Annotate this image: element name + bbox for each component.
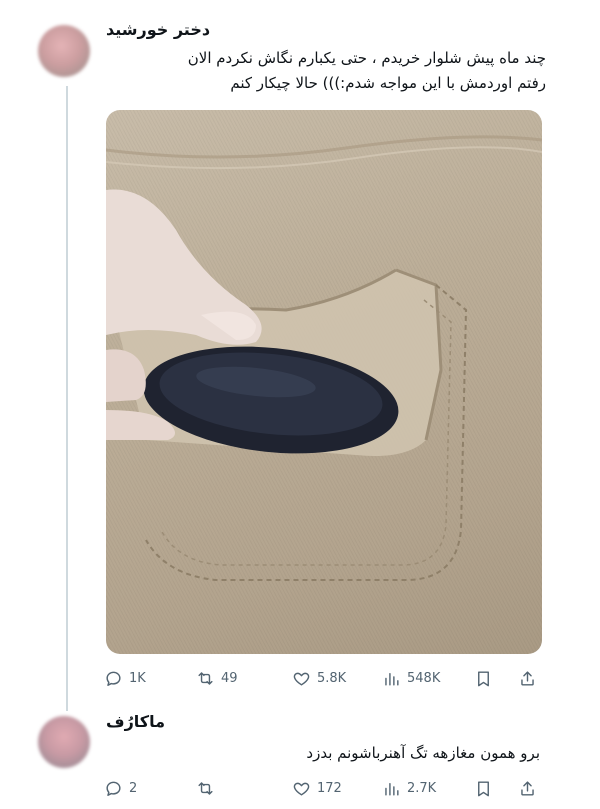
views-count: 2.7K xyxy=(407,780,437,796)
reply-icon xyxy=(106,781,121,796)
share-button[interactable] xyxy=(518,669,537,688)
reply-button[interactable]: 2 xyxy=(104,779,137,798)
views-button[interactable]: 2.7K xyxy=(382,779,436,798)
bookmark-button[interactable] xyxy=(474,779,493,798)
like-button[interactable]: 172 xyxy=(292,779,342,798)
avatar[interactable] xyxy=(38,716,90,768)
like-button[interactable]: 5.8K xyxy=(292,669,346,688)
like-count: 172 xyxy=(317,780,342,796)
post-actions: 1K 49 5.8K 548K xyxy=(104,666,544,690)
thread-line xyxy=(66,86,68,711)
pocket-photo-illustration xyxy=(106,135,542,581)
repost-button[interactable]: 49 xyxy=(196,669,238,688)
post-text-line: رفتم اوردمش با این مواجه شدم:))) حالا چی… xyxy=(230,74,546,92)
like-icon xyxy=(293,782,310,796)
repost-icon xyxy=(198,781,213,795)
post-image[interactable] xyxy=(106,110,542,654)
post-text-line: چند ماه پیش شلوار خریدم ، حتی یکبارم نگا… xyxy=(187,49,546,67)
bookmark-icon xyxy=(478,780,489,796)
like-count: 5.8K xyxy=(317,670,347,686)
reply-button[interactable]: 1K xyxy=(104,669,146,688)
post-text: چند ماه پیش شلوار خریدم ، حتی یکبارم نگا… xyxy=(106,46,546,96)
views-button[interactable]: 548K xyxy=(382,669,440,688)
views-count: 548K xyxy=(407,670,441,686)
repost-count: 49 xyxy=(221,670,238,686)
author-name[interactable]: ماکارُف xyxy=(106,712,165,731)
share-icon xyxy=(521,670,534,686)
reply-actions: 2 172 2.7K xyxy=(104,776,544,800)
share-button[interactable] xyxy=(518,779,537,798)
author-name[interactable]: دختر خورشید xyxy=(106,20,210,39)
avatar[interactable] xyxy=(38,25,90,77)
reply-text: برو همون مغازهه تگ آهنرباشونم بدزد xyxy=(306,744,540,762)
like-icon xyxy=(293,672,310,686)
repost-button[interactable] xyxy=(196,779,221,798)
bookmark-button[interactable] xyxy=(474,669,493,688)
views-icon xyxy=(385,782,399,796)
reply-icon xyxy=(106,671,121,686)
repost-icon xyxy=(198,671,213,685)
share-icon xyxy=(521,780,534,796)
reply-count: 2 xyxy=(129,780,138,796)
views-icon xyxy=(385,672,399,686)
reply-count: 1K xyxy=(129,670,146,686)
bookmark-icon xyxy=(478,670,489,686)
